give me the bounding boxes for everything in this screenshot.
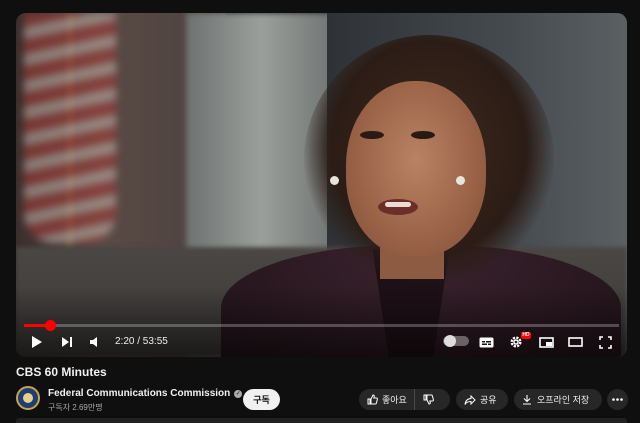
like-dislike-group: 좋아요 (359, 389, 450, 410)
miniplayer-button[interactable] (537, 331, 555, 353)
progress-scrubber[interactable] (45, 320, 56, 331)
subscriber-count: 구독자 2.69만명 (48, 403, 103, 412)
description-box-edge (16, 418, 627, 423)
offline-save-label: 오프라인 저장 (537, 395, 590, 405)
video-player[interactable]: 2:20 / 53:55 HD (16, 13, 627, 357)
video-frame (16, 13, 627, 357)
share-label: 공유 (480, 395, 497, 405)
play-icon (32, 336, 42, 348)
next-icon (62, 337, 72, 347)
share-button[interactable]: 공유 (456, 389, 508, 410)
subscribe-button[interactable]: 구독 (243, 389, 280, 410)
volume-button[interactable] (86, 331, 104, 353)
like-button[interactable]: 좋아요 (359, 389, 415, 410)
more-icon (612, 398, 623, 401)
fullscreen-icon (598, 335, 612, 349)
youtube-watch-page: 2:20 / 53:55 HD CBS 60 Minutes Federal C… (0, 0, 640, 423)
volume-icon (90, 337, 97, 347)
channel-name: Federal Communications Commission (48, 388, 231, 399)
next-button[interactable] (58, 331, 76, 353)
like-label: 좋아요 (382, 395, 407, 405)
time-display: 2:20 / 53:55 (115, 336, 168, 347)
theater-mode-button[interactable] (566, 331, 584, 353)
thumbs-up-icon (367, 394, 378, 405)
channel-name-link[interactable]: Federal Communications Commission ✓ (48, 388, 243, 399)
play-button[interactable] (28, 331, 46, 353)
fullscreen-button[interactable] (596, 331, 614, 353)
offline-save-button[interactable]: 오프라인 저장 (514, 389, 602, 410)
share-icon (464, 394, 476, 405)
download-icon (523, 395, 531, 405)
subtitles-button[interactable] (477, 331, 495, 353)
subtitles-icon (479, 337, 493, 347)
verified-icon: ✓ (234, 389, 243, 398)
progress-bar[interactable] (24, 320, 619, 331)
thumbs-down-icon (423, 394, 434, 405)
more-actions-button[interactable] (607, 389, 628, 410)
miniplayer-icon (538, 336, 554, 348)
dislike-button[interactable] (415, 389, 442, 410)
hd-badge: HD (521, 332, 531, 339)
theater-mode-icon (567, 337, 583, 347)
channel-avatar[interactable] (16, 386, 40, 410)
autoplay-toggle[interactable] (443, 335, 469, 347)
seal-icon (23, 393, 33, 403)
video-title: CBS 60 Minutes (16, 365, 107, 379)
